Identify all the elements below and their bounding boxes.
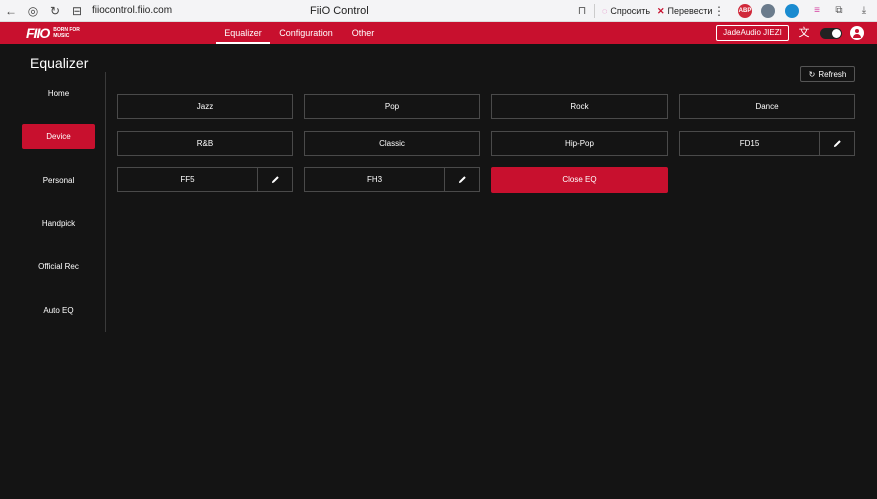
preset-label: Pop: [384, 102, 400, 111]
sidebar-item-handpick[interactable]: Handpick: [22, 211, 95, 236]
back-icon[interactable]: ←: [0, 0, 22, 22]
ask-button[interactable]: ◌ Спросить: [602, 0, 650, 22]
address-bar[interactable]: fiiocontrol.fiio.com: [92, 5, 172, 16]
sidebar-divider: [105, 72, 106, 332]
preset-label: Rock: [570, 102, 589, 111]
preset-rnb[interactable]: R&B: [117, 131, 293, 156]
tab-other[interactable]: Other: [348, 22, 378, 44]
fiio-logo[interactable]: FIIO BORN FOR MUSIC: [26, 25, 83, 41]
avatar[interactable]: [850, 26, 864, 40]
preset-label: FD15: [739, 139, 760, 148]
extension-icon[interactable]: [761, 4, 775, 18]
sidebar-item-official-rec[interactable]: Official Rec: [22, 254, 95, 279]
download-icon[interactable]: ⤓: [857, 4, 871, 18]
edit-preset-button[interactable]: [819, 132, 854, 155]
preset-label: FF5: [180, 175, 195, 184]
preset-label: Classic: [379, 139, 405, 148]
pencil-icon: [271, 176, 279, 184]
preset-label: Dance: [755, 102, 779, 111]
sidebar-item-device[interactable]: Device: [22, 124, 95, 149]
ask-label: Спросить: [610, 6, 651, 16]
theme-toggle[interactable]: [820, 28, 842, 39]
preset-label: Hip-Pop: [565, 139, 594, 148]
translate-label: Перевести: [667, 6, 713, 16]
translate-button[interactable]: ✕ Перевести: [657, 0, 712, 22]
close-eq-button[interactable]: Close EQ: [491, 167, 668, 193]
preset-label: Jazz: [196, 102, 214, 111]
lock-icon[interactable]: ⊟: [66, 0, 88, 22]
user-button[interactable]: JadeAudio JIEZI: [716, 25, 789, 41]
tab-configuration[interactable]: Configuration: [276, 22, 336, 44]
preset-ff5[interactable]: FF5: [117, 167, 293, 192]
preset-dance[interactable]: Dance: [679, 94, 855, 119]
refresh-icon: ↻: [808, 69, 816, 79]
preset-classic[interactable]: Classic: [304, 131, 480, 156]
tab-equalizer[interactable]: Equalizer: [216, 22, 270, 44]
more-menu-icon[interactable]: ⋮: [713, 0, 725, 22]
preset-fh3[interactable]: FH3: [304, 167, 480, 192]
preset-label: R&B: [196, 139, 214, 148]
preset-hip-pop[interactable]: Hip-Pop: [491, 131, 668, 156]
edit-preset-button[interactable]: [444, 168, 479, 191]
preset-fd15[interactable]: FD15: [679, 131, 855, 156]
edit-preset-button[interactable]: [257, 168, 292, 191]
pencil-icon: [833, 140, 841, 148]
translate-icon: ✕: [657, 5, 665, 16]
extension-pink-icon[interactable]: ≡: [810, 4, 824, 18]
refresh-label: Refresh: [818, 69, 847, 79]
bookmark-icon[interactable]: ⊓: [574, 3, 590, 19]
adblock-extension-icon[interactable]: ABP: [738, 4, 752, 18]
preset-pop[interactable]: Pop: [304, 94, 480, 119]
ask-icon: ◌: [602, 6, 608, 16]
sidebar-item-personal[interactable]: Personal: [22, 168, 95, 193]
page-title: Equalizer: [30, 55, 89, 71]
logo-mark: FIIO: [26, 25, 50, 41]
sidebar-item-home[interactable]: Home: [22, 81, 95, 106]
browser-page-title: FiiO Control: [310, 5, 369, 17]
logo-tagline: BORN FOR MUSIC: [53, 27, 80, 39]
reload-icon[interactable]: ↻: [44, 0, 66, 22]
language-icon[interactable]: 文: [797, 25, 811, 41]
sidebar-item-auto-eq[interactable]: Auto EQ: [22, 298, 95, 323]
preset-label: FH3: [366, 175, 383, 184]
puzzle-extensions-icon[interactable]: ⧉: [832, 4, 846, 18]
shield-icon[interactable]: ◎: [22, 0, 44, 22]
toolbar-separator: [594, 4, 595, 18]
refresh-button[interactable]: ↻ Refresh: [800, 66, 855, 82]
preset-rock[interactable]: Rock: [491, 94, 668, 119]
preset-jazz[interactable]: Jazz: [117, 94, 293, 119]
shazam-extension-icon[interactable]: [785, 4, 799, 18]
pencil-icon: [458, 176, 466, 184]
